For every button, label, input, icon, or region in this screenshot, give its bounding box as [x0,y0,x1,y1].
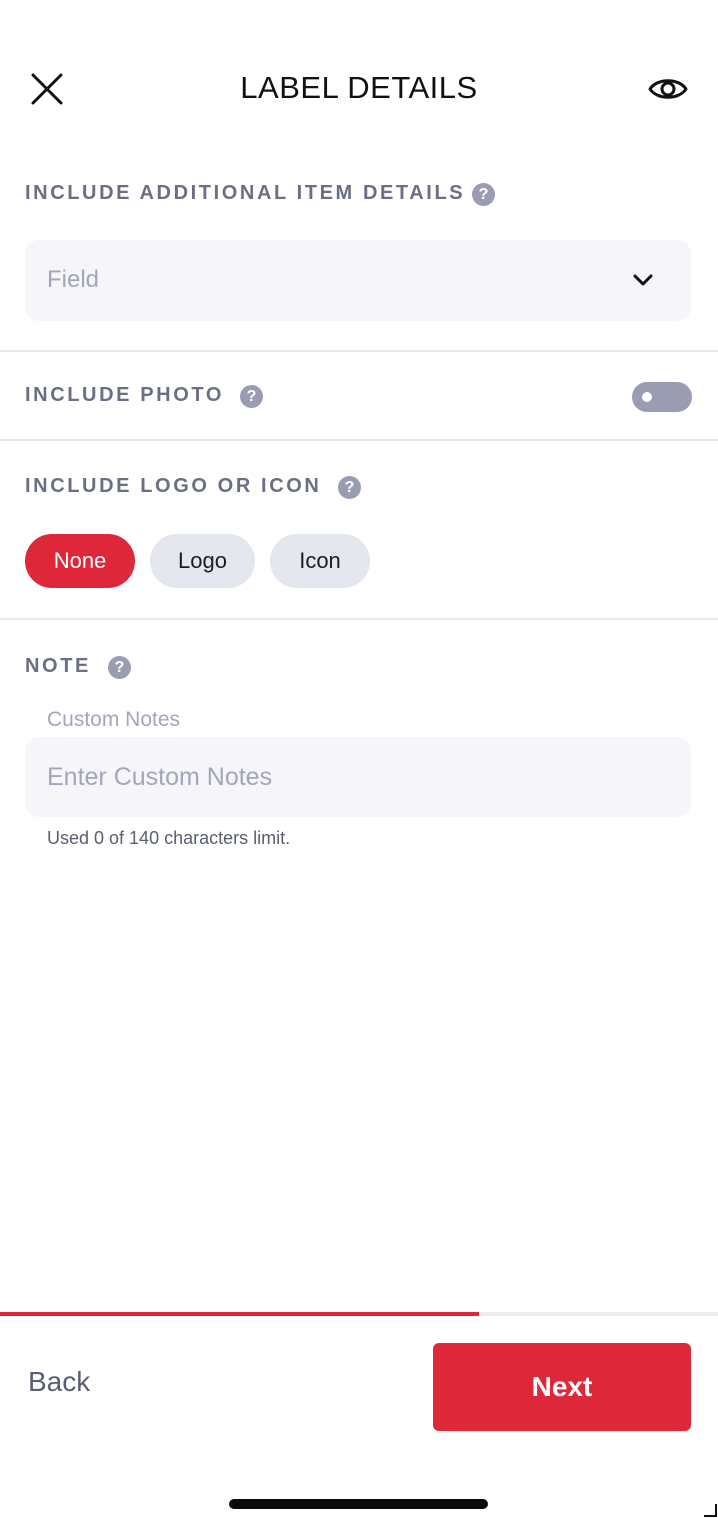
option-icon-button[interactable]: Icon [270,534,370,588]
divider [0,350,718,352]
help-icon[interactable]: ? [472,183,495,206]
page-title: LABEL DETAILS [240,70,478,105]
preview-button[interactable] [642,66,694,112]
note-label: NOTE [25,655,91,677]
progress-bar [0,1312,718,1316]
help-icon[interactable]: ? [338,476,361,499]
toggle-knob [642,392,652,402]
corner-icon [704,1504,717,1517]
next-button[interactable]: Next [433,1343,691,1431]
divider [0,618,718,620]
include-photo-label: INCLUDE PHOTO [25,384,224,406]
additional-details-label: INCLUDE ADDITIONAL ITEM DETAILS [25,182,466,204]
header: LABEL DETAILS [0,0,718,160]
progress-fill [0,1312,479,1316]
back-button[interactable]: Back [28,1366,90,1398]
field-select[interactable]: Field [25,240,691,321]
include-photo-toggle[interactable] [632,382,692,412]
divider [0,439,718,441]
eye-icon [648,79,688,99]
home-indicator [229,1499,488,1509]
include-logo-icon-label: INCLUDE LOGO OR ICON [25,475,322,497]
field-select-placeholder: Field [47,266,100,293]
option-none-button[interactable]: None [25,534,135,588]
custom-notes-input[interactable] [25,737,691,817]
option-logo-button[interactable]: Logo [150,534,255,588]
custom-notes-label: Custom Notes [47,708,181,731]
character-count: Used 0 of 140 characters limit. [47,828,291,848]
help-icon[interactable]: ? [240,385,263,408]
help-icon[interactable]: ? [108,656,131,679]
chevron-down-icon [633,274,653,286]
